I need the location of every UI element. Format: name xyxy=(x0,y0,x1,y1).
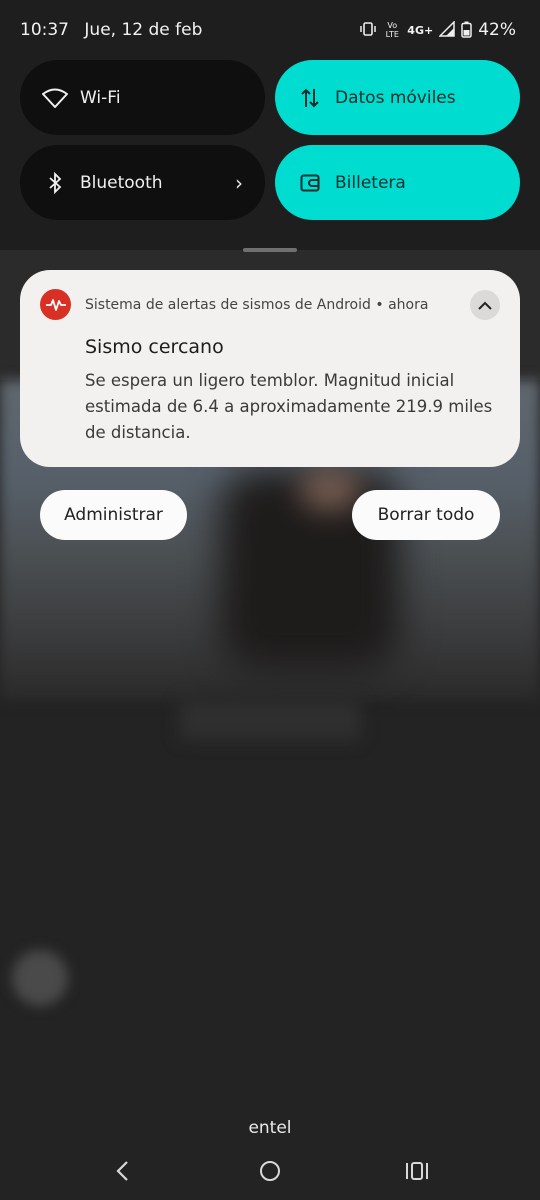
collapse-button[interactable] xyxy=(470,290,500,320)
notification-card[interactable]: Sistema de alertas de sismos de Android … xyxy=(20,270,520,467)
wifi-icon xyxy=(42,85,68,111)
status-left: 10:37 Jue, 12 de feb xyxy=(20,20,212,40)
chevron-right-icon[interactable]: › xyxy=(235,171,243,195)
earthquake-alert-icon xyxy=(40,289,71,320)
signal-icon xyxy=(438,20,455,39)
wallet-icon xyxy=(297,170,323,196)
manage-button[interactable]: Administrar xyxy=(40,490,187,540)
background-blur-avatar xyxy=(12,950,68,1006)
background-blur-highlight xyxy=(300,470,360,510)
tile-mobile-data-label: Datos móviles xyxy=(335,87,456,108)
battery-icon xyxy=(461,21,472,40)
tile-wifi[interactable]: Wi-Fi xyxy=(20,60,265,135)
panel-drag-handle[interactable] xyxy=(243,248,297,252)
carrier-label: entel xyxy=(248,1118,292,1138)
volte-icon: Vo LTE xyxy=(385,21,399,39)
status-bar: 10:37 Jue, 12 de feb Vo LTE 4G+ 42% xyxy=(0,0,540,60)
network-type-icon: 4G+ xyxy=(407,23,434,37)
status-icons: Vo LTE 4G+ 42% xyxy=(359,20,516,40)
tile-wifi-label: Wi-Fi xyxy=(80,87,121,108)
quick-settings-panel: Wi-Fi Datos móviles Bluetooth › Billeter… xyxy=(0,60,540,252)
notification-time: ahora xyxy=(388,297,429,313)
tile-mobile-data[interactable]: Datos móviles xyxy=(275,60,520,135)
date: Jue, 12 de feb xyxy=(84,20,203,40)
tile-bluetooth-label: Bluetooth xyxy=(80,172,163,193)
background-blur-bar xyxy=(180,700,360,740)
tile-wallet[interactable]: Billetera xyxy=(275,145,520,220)
tile-wallet-label: Billetera xyxy=(335,172,406,193)
clock: 10:37 xyxy=(20,20,69,40)
clear-all-button[interactable]: Borrar todo xyxy=(352,490,500,540)
notification-body: Se espera un ligero temblor. Magnitud in… xyxy=(85,371,493,442)
tile-bluetooth[interactable]: Bluetooth › xyxy=(20,145,265,220)
notification-separator: • xyxy=(375,297,384,313)
vibrate-icon xyxy=(359,22,377,38)
recents-icon[interactable] xyxy=(404,1158,430,1184)
navigation-bar xyxy=(0,1150,540,1190)
notification-header: Sistema de alertas de sismos de Android … xyxy=(85,297,428,313)
back-icon[interactable] xyxy=(109,1158,135,1184)
chevron-up-icon xyxy=(478,301,492,310)
bluetooth-icon xyxy=(42,170,68,196)
home-icon[interactable] xyxy=(257,1158,283,1184)
notification-app-name: Sistema de alertas de sismos de Android xyxy=(85,297,371,313)
battery-percentage: 42% xyxy=(478,20,516,40)
notification-title: Sismo cercano xyxy=(85,336,224,358)
mobile-data-icon xyxy=(297,85,323,111)
